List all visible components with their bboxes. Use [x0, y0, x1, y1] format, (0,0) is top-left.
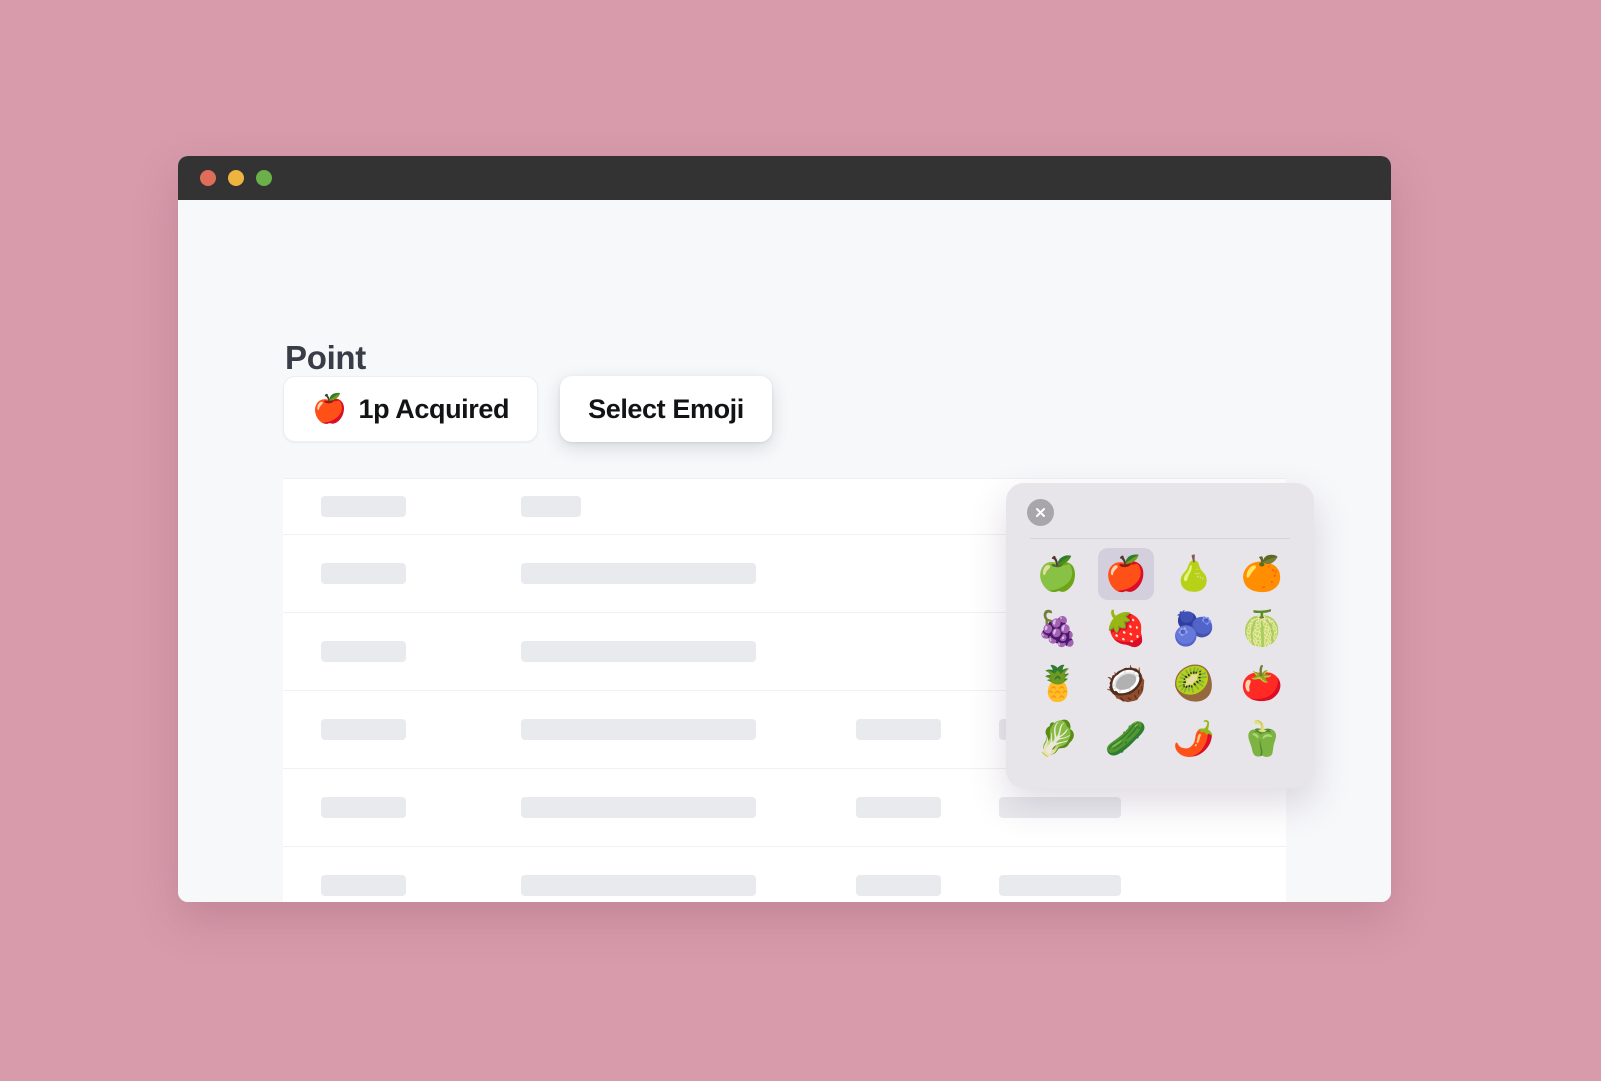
- point-acquired-label: 1p Acquired: [358, 393, 510, 424]
- emoji-option-tomato[interactable]: 🍅: [1234, 658, 1290, 710]
- point-acquired-button[interactable]: 🍎 1p Acquired: [283, 376, 539, 442]
- emoji-option-kiwi-fruit[interactable]: 🥝: [1166, 658, 1222, 710]
- skeleton-placeholder: [856, 875, 941, 896]
- skeleton-placeholder: [321, 496, 406, 517]
- skeleton-placeholder: [321, 563, 406, 584]
- picker-divider: [1030, 538, 1290, 539]
- emoji-option-coconut[interactable]: 🥥: [1098, 658, 1154, 710]
- browser-window: Point 🍎 1p Acquired Select Emoji 🍏 🍎 🍐 🍊 🍇 🍓 🫐…: [178, 156, 1391, 902]
- emoji-option-strawberry[interactable]: 🍓: [1098, 603, 1154, 655]
- skeleton-placeholder: [856, 719, 941, 740]
- window-minimize-button[interactable]: [228, 170, 244, 186]
- window-close-button[interactable]: [200, 170, 216, 186]
- skeleton-placeholder: [321, 875, 406, 896]
- skeleton-placeholder: [321, 719, 406, 740]
- skeleton-placeholder: [521, 875, 756, 896]
- emoji-option-green-apple[interactable]: 🍏: [1030, 548, 1086, 600]
- emoji-option-grapes[interactable]: 🍇: [1030, 603, 1086, 655]
- emoji-grid: 🍏 🍎 🍐 🍊 🍇 🍓 🫐 🍈 🍍 🥥 🥝 🍅 🥬 🥒 🌶️ 🫑: [1024, 547, 1296, 767]
- emoji-picker-panel: 🍏 🍎 🍐 🍊 🍇 🍓 🫐 🍈 🍍 🥥 🥝 🍅 🥬 🥒 🌶️ 🫑: [1006, 483, 1314, 788]
- skeleton-placeholder: [521, 641, 756, 662]
- skeleton-placeholder: [521, 719, 756, 740]
- emoji-option-melon[interactable]: 🍈: [1234, 603, 1290, 655]
- skeleton-placeholder: [999, 797, 1121, 818]
- emoji-option-red-apple[interactable]: 🍎: [1098, 548, 1154, 600]
- emoji-option-tangerine[interactable]: 🍊: [1234, 548, 1290, 600]
- emoji-option-blueberries[interactable]: 🫐: [1166, 603, 1222, 655]
- skeleton-placeholder: [999, 875, 1121, 896]
- emoji-option-leafy-green[interactable]: 🥬: [1030, 713, 1086, 765]
- emoji-option-bell-pepper[interactable]: 🫑: [1234, 713, 1290, 765]
- skeleton-placeholder: [856, 797, 941, 818]
- window-titlebar: [178, 156, 1391, 200]
- skeleton-placeholder: [321, 797, 406, 818]
- select-emoji-button[interactable]: Select Emoji: [560, 376, 772, 442]
- emoji-option-cucumber[interactable]: 🥒: [1098, 713, 1154, 765]
- skeleton-placeholder: [521, 797, 756, 818]
- emoji-option-pineapple[interactable]: 🍍: [1030, 658, 1086, 710]
- emoji-option-hot-pepper[interactable]: 🌶️: [1166, 713, 1222, 765]
- skeleton-placeholder: [321, 641, 406, 662]
- window-maximize-button[interactable]: [256, 170, 272, 186]
- table-row: [283, 847, 1286, 902]
- close-icon[interactable]: [1027, 499, 1054, 526]
- page-title: Point: [285, 339, 366, 377]
- emoji-option-pear[interactable]: 🍐: [1166, 548, 1222, 600]
- skeleton-placeholder: [521, 496, 581, 517]
- skeleton-placeholder: [521, 563, 756, 584]
- select-emoji-label: Select Emoji: [588, 393, 744, 424]
- app-viewport: Point 🍎 1p Acquired Select Emoji 🍏 🍎 🍐 🍊 🍇 🍓 🫐…: [178, 200, 1391, 902]
- red-apple-icon: 🍎: [312, 393, 347, 424]
- controls-row: 🍎 1p Acquired Select Emoji: [283, 376, 772, 442]
